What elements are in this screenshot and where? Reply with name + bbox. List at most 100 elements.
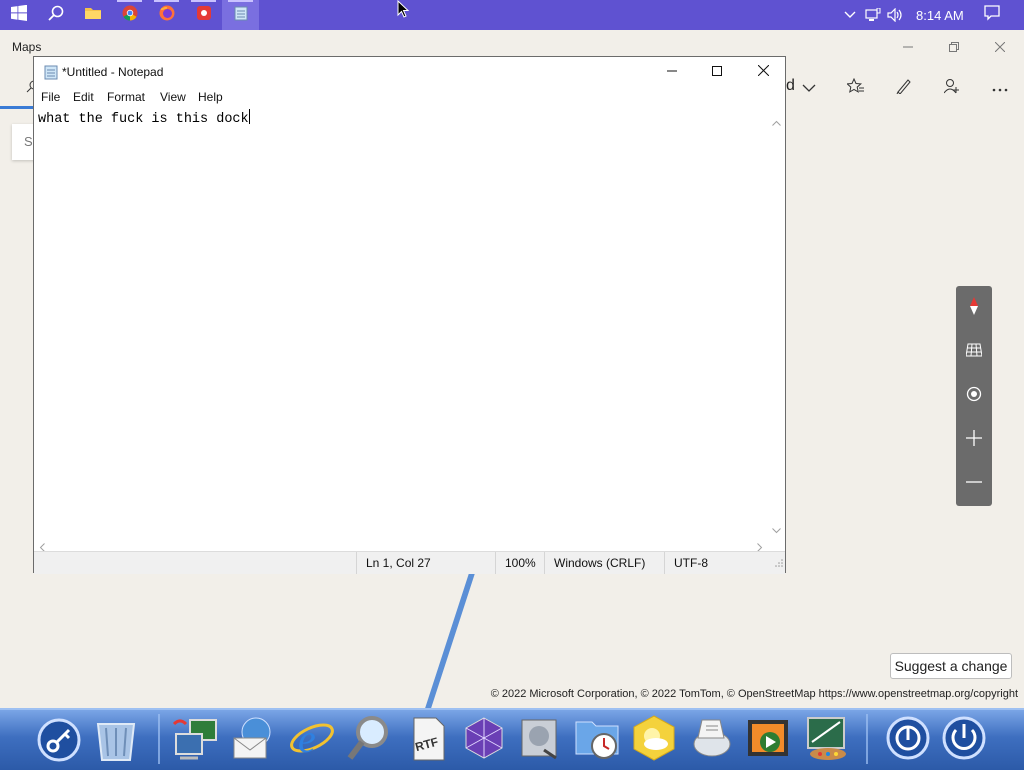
mail-icon[interactable] bbox=[230, 714, 278, 762]
maps-toolbar-partial-label[interactable]: d bbox=[786, 77, 795, 95]
notepad-window: *Untitled - Notepad File Edit Format Vie… bbox=[33, 56, 786, 574]
minimize-icon bbox=[667, 63, 677, 81]
location-target-icon bbox=[966, 386, 982, 407]
firefox-button[interactable] bbox=[148, 0, 185, 30]
minus-icon bbox=[966, 474, 982, 495]
notepad-content: what the fuck is this dock bbox=[38, 109, 250, 127]
menu-help[interactable]: Help bbox=[198, 90, 223, 104]
keychain-icon[interactable] bbox=[35, 714, 83, 762]
status-position: Ln 1, Col 27 bbox=[356, 552, 496, 574]
dock-separator bbox=[866, 714, 868, 764]
map-copyright: © 2022 Microsoft Corporation, © 2022 Tom… bbox=[490, 688, 1018, 700]
network-icon[interactable] bbox=[862, 8, 884, 22]
horizontal-scrollbar[interactable] bbox=[34, 535, 770, 552]
minimize-icon bbox=[903, 39, 913, 57]
weather-icon[interactable] bbox=[630, 714, 678, 762]
favorites-button[interactable] bbox=[842, 76, 870, 100]
trash-icon[interactable] bbox=[92, 714, 140, 762]
svg-text:e: e bbox=[298, 716, 316, 761]
plus-icon bbox=[966, 429, 982, 451]
maximize-icon bbox=[712, 63, 722, 81]
ink-button[interactable] bbox=[890, 76, 918, 100]
map-controls-panel bbox=[956, 286, 992, 506]
person-add-icon bbox=[943, 78, 960, 99]
scroll-down-icon[interactable] bbox=[772, 521, 781, 539]
more-button[interactable] bbox=[986, 76, 1014, 100]
close-icon bbox=[757, 63, 769, 81]
system-tray: 8:14 AM bbox=[842, 0, 964, 30]
chrome-icon bbox=[122, 5, 138, 26]
network-icon[interactable] bbox=[172, 714, 220, 762]
account-button[interactable] bbox=[938, 76, 966, 100]
notifications-button[interactable] bbox=[972, 0, 1012, 30]
mouse-cursor-icon bbox=[397, 0, 410, 23]
taskbar: 8:14 AM bbox=[0, 0, 1024, 30]
action-center-icon bbox=[984, 4, 1000, 26]
favorites-star-icon bbox=[845, 77, 865, 99]
close-icon bbox=[994, 39, 1006, 57]
map-road bbox=[424, 570, 476, 710]
paint-icon[interactable] bbox=[802, 714, 850, 762]
status-line-ending: Windows (CRLF) bbox=[544, 552, 665, 574]
search-button[interactable] bbox=[37, 0, 74, 30]
dock-separator bbox=[158, 714, 160, 764]
maps-minimize-button[interactable] bbox=[888, 36, 928, 60]
maps-dropdown-button[interactable] bbox=[795, 76, 823, 100]
search-icon bbox=[47, 5, 64, 26]
menu-file[interactable]: File bbox=[41, 90, 60, 104]
status-encoding: UTF-8 bbox=[664, 552, 785, 574]
zoom-in-button[interactable] bbox=[956, 418, 992, 462]
notepad-icon bbox=[233, 5, 249, 26]
cube-app-icon[interactable] bbox=[460, 714, 508, 762]
pen-icon bbox=[896, 78, 912, 99]
video-icon[interactable] bbox=[744, 714, 792, 762]
restore-icon bbox=[949, 39, 959, 57]
text-caret bbox=[248, 109, 250, 124]
notepad-menubar: File Edit Format View Help bbox=[34, 88, 785, 108]
red-app-icon bbox=[196, 5, 212, 26]
map-style-button[interactable] bbox=[956, 330, 992, 374]
folder-icon bbox=[84, 5, 102, 26]
notepad-text-area[interactable]: what the fuck is this dock bbox=[34, 107, 770, 535]
power-icon-1[interactable] bbox=[884, 714, 932, 762]
menu-format[interactable]: Format bbox=[107, 90, 145, 104]
clock[interactable]: 8:14 AM bbox=[916, 8, 964, 23]
notepad-taskbar-button[interactable] bbox=[222, 0, 259, 30]
maps-restore-button[interactable] bbox=[934, 36, 974, 60]
notepad-close-button[interactable] bbox=[740, 57, 786, 87]
maps-title: Maps bbox=[12, 40, 42, 54]
chevron-up-icon[interactable] bbox=[842, 11, 858, 19]
dock: e RTF bbox=[0, 708, 1024, 770]
rtf-document-icon[interactable]: RTF bbox=[404, 714, 452, 762]
resize-grip-icon[interactable] bbox=[775, 554, 783, 572]
maps-search-placeholder: S bbox=[24, 134, 33, 149]
menu-edit[interactable]: Edit bbox=[73, 90, 94, 104]
suggest-change-button[interactable]: Suggest a change bbox=[890, 653, 1012, 679]
my-location-button[interactable] bbox=[956, 374, 992, 418]
media-icon[interactable] bbox=[688, 714, 736, 762]
power-icon-2[interactable] bbox=[940, 714, 988, 762]
scroll-up-icon[interactable] bbox=[772, 113, 781, 131]
internet-explorer-icon[interactable]: e bbox=[288, 714, 336, 762]
chevron-down-icon bbox=[802, 79, 816, 97]
clock-folder-icon[interactable] bbox=[574, 714, 622, 762]
compass-icon bbox=[969, 296, 979, 320]
vertical-scrollbar[interactable] bbox=[768, 107, 785, 535]
maps-close-button[interactable] bbox=[980, 36, 1020, 60]
red-app-button[interactable] bbox=[185, 0, 222, 30]
notepad-minimize-button[interactable] bbox=[649, 57, 695, 87]
grid-map-icon bbox=[965, 343, 983, 362]
magnifier-icon[interactable] bbox=[346, 714, 394, 762]
disk-utility-icon[interactable] bbox=[516, 714, 564, 762]
status-zoom: 100% bbox=[495, 552, 545, 574]
more-dots-icon bbox=[992, 79, 1008, 97]
start-button[interactable] bbox=[0, 0, 37, 30]
chrome-button[interactable] bbox=[111, 0, 148, 30]
compass-button[interactable] bbox=[956, 286, 992, 330]
notepad-maximize-button[interactable] bbox=[694, 57, 740, 87]
zoom-out-button[interactable] bbox=[956, 462, 992, 506]
file-explorer-button[interactable] bbox=[74, 0, 111, 30]
volume-icon[interactable] bbox=[884, 8, 906, 22]
menu-view[interactable]: View bbox=[160, 90, 186, 104]
notepad-title: *Untitled - Notepad bbox=[62, 65, 164, 79]
